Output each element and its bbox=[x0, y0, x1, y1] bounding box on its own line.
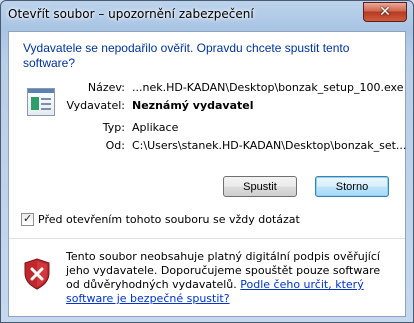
window-title: Otevřít soubor – upozornění zabezpečení bbox=[8, 7, 254, 21]
field-label: Od: bbox=[105, 139, 125, 152]
field-row-type: Typ: Aplikace bbox=[9, 121, 405, 135]
field-row-from: Od: C:\Users\stanek.HD-KADAN\Desktop\bon… bbox=[9, 139, 407, 153]
title-bar[interactable]: Otevřít soubor – upozornění zabezpečení … bbox=[1, 1, 413, 31]
field-row-publisher: Vydavatel: Neznámý vydavatel bbox=[9, 99, 405, 113]
field-row-name: Název: ...nek.HD-KADAN\Desktop\bonzak_se… bbox=[9, 81, 405, 95]
close-icon: ✕ bbox=[379, 4, 391, 20]
field-value: Aplikace bbox=[132, 121, 179, 134]
field-value: Neznámý vydavatel bbox=[132, 99, 254, 112]
checkmark-icon: ✓ bbox=[23, 212, 33, 225]
run-button[interactable]: Spustit bbox=[223, 176, 297, 197]
dialog-heading: Vydavatele se nepodařilo ověřit. Opravdu… bbox=[23, 41, 350, 70]
field-value: ...nek.HD-KADAN\Desktop\bonzak_setup_100… bbox=[132, 81, 404, 94]
field-value: C:\Users\stanek.HD-KADAN\Desktop\bonzak_… bbox=[132, 139, 407, 152]
field-label: Název: bbox=[87, 81, 125, 94]
security-warning-window: Otevřít soubor – upozornění zabezpečení … bbox=[0, 0, 414, 323]
dialog-body: Vydavatele se nepodařilo ověřit. Opravdu… bbox=[8, 31, 406, 317]
cancel-button[interactable]: Storno bbox=[315, 176, 389, 197]
field-label: Vydavatel: bbox=[66, 99, 125, 112]
field-label: Typ: bbox=[102, 121, 125, 134]
always-ask-checkbox[interactable]: ✓ bbox=[21, 212, 34, 226]
divider bbox=[9, 238, 405, 239]
warning-message: Tento soubor neobsahuje platný digitální… bbox=[66, 250, 396, 306]
close-button[interactable]: ✕ bbox=[363, 2, 407, 22]
always-ask-label[interactable]: Před otevřením tohoto souboru se vždy do… bbox=[38, 213, 300, 227]
shield-error-icon bbox=[24, 258, 50, 290]
